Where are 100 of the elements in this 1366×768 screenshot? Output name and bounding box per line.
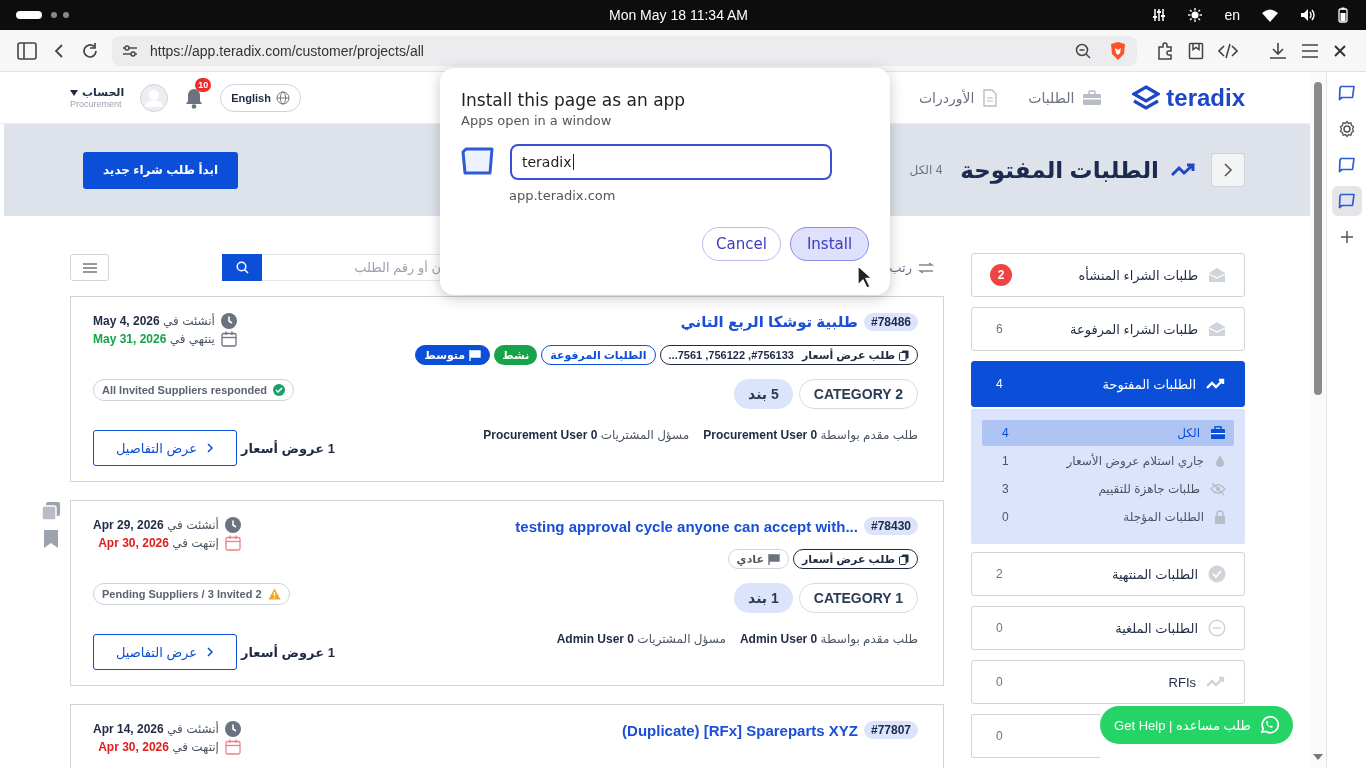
clock[interactable]: Mon May 18 11:34 AM xyxy=(609,7,749,23)
zoom-out-icon[interactable] xyxy=(1075,42,1091,59)
check-circle-icon xyxy=(273,384,286,396)
account-menu[interactable]: الحساب xyxy=(82,86,125,99)
item-count: 0 xyxy=(996,621,1003,635)
item-label: طلبات الشراء المرفوعة xyxy=(1069,321,1198,337)
chat-icon xyxy=(1338,193,1356,209)
warning-icon xyxy=(267,588,281,600)
nav-link[interactable]: الطلبات xyxy=(1028,89,1103,106)
install-button[interactable]: Install xyxy=(790,227,869,261)
account-role: Procurement xyxy=(70,99,122,109)
address-bar[interactable]: https://app.teradix.com/customer/projects/all xyxy=(112,35,1137,66)
item-count: 0 xyxy=(996,729,1003,743)
bell-icon[interactable] xyxy=(184,86,205,109)
app-window-icon xyxy=(461,146,495,178)
whatsapp-icon xyxy=(1258,715,1279,735)
page-title: الطلبات المفتوحة xyxy=(960,156,1159,184)
status-tag: نشط xyxy=(494,345,538,365)
battery-icon[interactable] xyxy=(1338,7,1348,23)
caret-icon[interactable] xyxy=(70,89,78,96)
item-label: طلبات الشراء المنشأه xyxy=(1077,267,1198,283)
lock-icon xyxy=(1214,510,1226,524)
dialog-title: Install this page as an app xyxy=(461,90,687,110)
item-label: الطلبات المنتهية xyxy=(1110,566,1198,582)
trend-up-icon xyxy=(1206,378,1226,390)
search-icon xyxy=(235,261,249,274)
view-details-button[interactable]: عرض التفاصيل xyxy=(93,430,237,466)
scrollbar-thumb[interactable] xyxy=(1314,82,1322,395)
sort-icon[interactable] xyxy=(918,261,934,274)
item-count: 6 xyxy=(996,322,1003,336)
code-icon[interactable] xyxy=(1218,42,1238,59)
flag-icon xyxy=(767,553,780,565)
item-count: 0 xyxy=(996,675,1003,689)
chevron-right-icon xyxy=(1223,163,1233,177)
cancel-button[interactable]: Cancel xyxy=(702,227,781,261)
trend-up-icon xyxy=(1206,676,1226,688)
mouse-pointer-icon xyxy=(857,265,873,289)
new-request-button[interactable]: ابدأ طلب شراء جديد xyxy=(83,151,238,189)
item-count: 2 xyxy=(996,567,1003,581)
dialog-subtitle: Apps open in a window xyxy=(461,113,613,128)
gear-icon xyxy=(1338,120,1356,138)
site-settings-icon[interactable] xyxy=(122,43,138,58)
priority-tag: عادي xyxy=(727,549,789,569)
app-address: app.teradix.com xyxy=(509,188,617,203)
search-button[interactable] xyxy=(222,254,262,281)
calendar-icon xyxy=(224,535,241,551)
shield-icon[interactable] xyxy=(1109,40,1127,61)
offers-count: 1 عروض أسعار xyxy=(241,440,335,456)
request-title[interactable]: (Duplicate) [RFx] Spareparts XYZ xyxy=(622,721,858,739)
add-icon[interactable] xyxy=(1340,230,1354,244)
copy-icon xyxy=(899,553,909,565)
trend-up-icon xyxy=(1171,162,1197,178)
copy-icon xyxy=(899,349,909,361)
brightness-icon[interactable] xyxy=(1188,8,1203,22)
request-number: #77807 xyxy=(863,721,918,739)
sidebar-item[interactable]: 0 xyxy=(971,714,1100,758)
sliders-icon[interactable] xyxy=(1152,8,1167,22)
item-count: 4 xyxy=(996,377,1003,391)
menu-icon[interactable] xyxy=(1301,42,1319,59)
nav-link[interactable]: الأوردرات xyxy=(918,88,999,107)
view-details-button[interactable]: عرض التفاصيل xyxy=(93,634,237,670)
reload-icon[interactable] xyxy=(81,41,99,60)
chevron-right-icon xyxy=(207,443,215,453)
back-button[interactable] xyxy=(1211,153,1245,187)
briefcase-icon xyxy=(1210,426,1226,440)
check-circle-icon xyxy=(1208,565,1226,583)
category-pill: CATEGORY 2 xyxy=(798,379,918,409)
briefcase-icon xyxy=(1082,89,1103,106)
request-title[interactable]: testing approval cycle anyone can accept with... xyxy=(515,517,858,535)
keyboard-language[interactable]: en xyxy=(1224,7,1240,23)
clock-icon xyxy=(220,313,237,329)
eye-slash-icon xyxy=(1210,482,1226,496)
globe-icon xyxy=(275,90,290,105)
download-icon[interactable] xyxy=(1269,41,1287,60)
notification-badge: 10 xyxy=(195,77,212,92)
scrollbar[interactable] xyxy=(1310,72,1326,768)
sidebar-item[interactable]: 0 RFIs xyxy=(971,660,1245,704)
logo-icon xyxy=(1132,84,1161,111)
close-icon[interactable] xyxy=(1333,43,1347,58)
language-button[interactable]: English xyxy=(220,83,301,112)
volume-icon[interactable] xyxy=(1300,8,1316,22)
items-pill: 1 بند xyxy=(734,583,793,613)
bookmark-icon[interactable] xyxy=(1188,41,1204,60)
side-panel-button[interactable] xyxy=(1332,186,1362,216)
sort-label[interactable]: رتب xyxy=(889,260,912,275)
wifi-icon[interactable] xyxy=(1262,8,1278,22)
chevron-right-icon xyxy=(207,647,215,657)
name-field[interactable]: teradix xyxy=(510,144,832,180)
menu-button[interactable] xyxy=(70,254,109,281)
stage-tag: الطلبات المرفوعة xyxy=(541,345,656,365)
sidebar-toggle-icon[interactable] xyxy=(17,41,37,60)
extensions-icon[interactable] xyxy=(1156,41,1174,60)
calendar-icon xyxy=(224,739,241,755)
request-title[interactable]: طلبية توشكا الربع التاني xyxy=(680,313,858,331)
clock-icon xyxy=(224,517,241,533)
items-pill: 5 بند xyxy=(734,379,793,409)
request-type-tag: طلب عرض أسعار xyxy=(792,549,918,569)
menu-icon xyxy=(82,262,97,273)
count-badge: 2 xyxy=(990,264,1012,286)
scroll-down-icon[interactable] xyxy=(1313,754,1323,760)
